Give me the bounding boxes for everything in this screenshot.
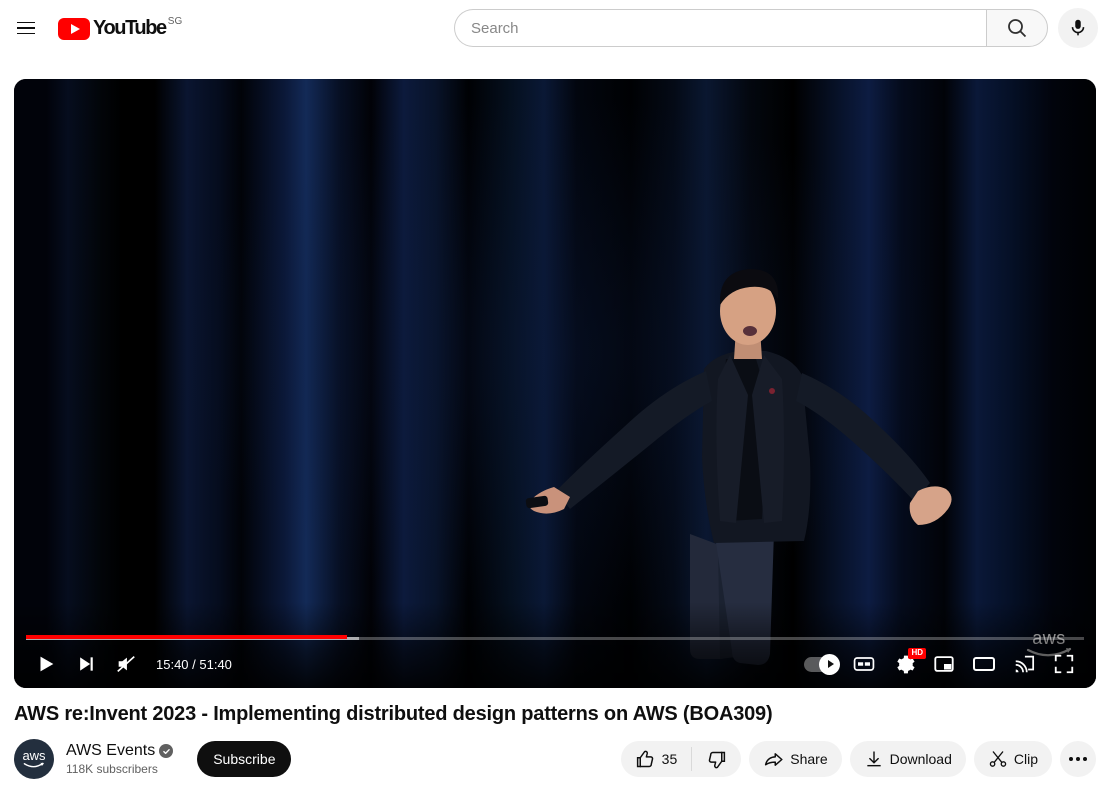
search-box[interactable] [454, 9, 986, 47]
download-button[interactable]: Download [849, 741, 966, 777]
menu-line [17, 21, 35, 24]
video-meta-row: aws AWS Events 118K subscribers Subscrib… [14, 736, 1096, 782]
avatar-text: aws [22, 748, 46, 763]
play-icon [40, 656, 54, 672]
download-label: Download [889, 751, 952, 767]
guide-menu-icon[interactable] [6, 8, 46, 48]
menu-line [17, 27, 35, 29]
subscriber-count: 118K subscribers [66, 762, 158, 776]
more-actions-button[interactable] [1060, 741, 1096, 777]
time-display: 15:40 / 51:40 [156, 656, 232, 672]
youtube-logo-text: YouTube [93, 17, 167, 39]
play-button[interactable] [26, 644, 66, 684]
voice-search-button[interactable] [1058, 8, 1098, 48]
miniplayer-button[interactable] [924, 644, 964, 684]
closed-captions-icon [853, 657, 875, 671]
theater-icon [973, 657, 995, 671]
progress-played [26, 635, 347, 639]
player-controls: 15:40 / 51:40 HD [14, 640, 1096, 688]
thumbs-down-icon [709, 751, 726, 768]
microphone-icon [1071, 19, 1085, 36]
aws-smile-icon [23, 762, 45, 768]
video-actions: 35 Share Download Clip [620, 741, 1096, 777]
volume-muted-icon [117, 656, 135, 672]
search-button[interactable] [986, 9, 1048, 47]
thumbs-up-icon [636, 750, 653, 767]
autoplay-track [804, 653, 840, 675]
avatar[interactable]: aws [14, 739, 54, 779]
search-area [454, 8, 1098, 48]
menu-line [17, 32, 35, 35]
download-icon [866, 751, 881, 767]
verified-badge-icon [159, 744, 174, 758]
more-dots-icon [1069, 757, 1087, 761]
fullscreen-button[interactable] [1044, 644, 1084, 684]
clip-button[interactable]: Clip [973, 741, 1052, 777]
autoplay-toggle[interactable] [798, 644, 844, 684]
dislike-button[interactable] [692, 741, 741, 777]
search-icon [1008, 19, 1027, 38]
channel-name[interactable]: AWS Events [66, 742, 155, 760]
settings-button[interactable]: HD [884, 644, 926, 684]
video-speaker-figure [525, 269, 952, 665]
page-title: AWS re:Invent 2023 - Implementing distri… [14, 703, 773, 725]
clip-label: Clip [1013, 751, 1038, 767]
like-button[interactable]: 35 [621, 741, 692, 777]
fullscreen-icon [1054, 654, 1074, 674]
share-button[interactable]: Share [749, 741, 842, 777]
masthead: YouTube SG [0, 0, 1111, 56]
scissors-icon [989, 751, 1007, 767]
video-player[interactable]: aws 15:40 / 51:40 HD [14, 79, 1096, 688]
like-count: 35 [661, 751, 678, 767]
theater-mode-button[interactable] [964, 644, 1004, 684]
like-dislike-group: 35 [620, 741, 742, 777]
youtube-logo[interactable]: YouTube SG [58, 16, 182, 40]
share-icon [765, 752, 783, 766]
next-icon [80, 657, 93, 671]
share-label: Share [790, 751, 828, 767]
cast-button[interactable] [1004, 644, 1044, 684]
country-code-label: SG [167, 16, 183, 27]
cast-icon [1015, 655, 1035, 673]
miniplayer-icon [934, 656, 954, 672]
subscribe-button[interactable]: Subscribe [197, 741, 292, 777]
search-input[interactable] [471, 10, 986, 46]
youtube-play-icon [58, 18, 90, 40]
mute-button[interactable] [106, 644, 146, 684]
autoplay-knob [819, 653, 840, 675]
subtitles-button[interactable] [844, 644, 884, 684]
next-video-button[interactable] [66, 644, 106, 684]
channel-info: AWS Events 118K subscribers [66, 742, 174, 776]
